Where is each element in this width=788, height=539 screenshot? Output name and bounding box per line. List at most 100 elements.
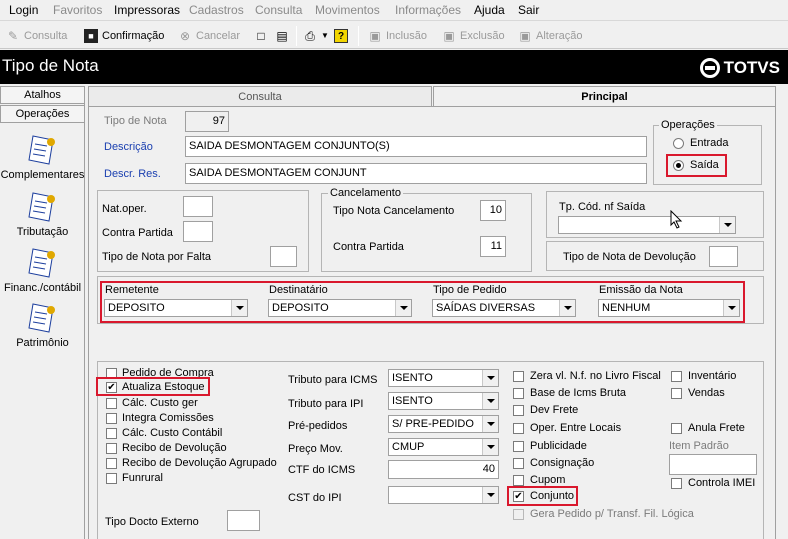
tp-cod-nf-saida-select[interactable]	[558, 216, 736, 234]
ctf-icms-field[interactable]: 40	[388, 460, 499, 479]
tipo-nota-devolucao-field[interactable]	[709, 246, 738, 267]
vendas-checkbox[interactable]	[671, 388, 682, 399]
tab-principal[interactable]: Principal	[433, 86, 776, 107]
funrural-label: Funrural	[122, 472, 163, 484]
consignacao-checkbox[interactable]	[513, 458, 524, 469]
menu-favoritos[interactable]: Favoritos	[53, 3, 102, 17]
inclusao-button[interactable]: ▣ Inclusão	[368, 26, 427, 45]
tipo-nota-falta-field[interactable]	[270, 246, 297, 267]
gera-pedido-label: Gera Pedido p/ Transf. Fil. Lógica	[530, 508, 694, 520]
atalhos-button[interactable]: Atalhos	[0, 86, 85, 104]
tipo-nota-cancelamento-label: Tipo Nota Cancelamento	[333, 205, 455, 217]
dev-frete-checkbox[interactable]	[513, 405, 524, 416]
descr-res-field[interactable]: SAIDA DESMONTAGEM CONJUNT	[185, 163, 647, 184]
contra-partida-field[interactable]	[183, 221, 213, 242]
confirmacao-button[interactable]: ■ Confirmação	[84, 26, 164, 45]
tributo-ipi-select[interactable]: ISENTO	[388, 392, 499, 410]
tab-consulta[interactable]: Consulta	[88, 86, 432, 106]
cancelar-button[interactable]: ⊗ Cancelar	[178, 26, 240, 45]
contra-partida-cancel-field[interactable]: 11	[480, 236, 506, 257]
alteracao-button[interactable]: ▣ Alteração	[518, 26, 582, 45]
controla-imei-checkbox[interactable]	[671, 478, 682, 489]
tributo-icms-label: Tributo para ICMS	[288, 374, 378, 386]
brand-logo: TOTVS	[699, 58, 780, 78]
calc-custo-contabil-checkbox[interactable]	[106, 428, 117, 439]
recibo-devolucao-label: Recibo de Devolução	[122, 442, 227, 454]
open-button[interactable]: ▤	[275, 26, 289, 45]
oper-entre-locais-checkbox[interactable]	[513, 423, 524, 434]
recibo-devolucao-checkbox[interactable]	[106, 443, 117, 454]
tipo-nota-field[interactable]: 97	[185, 111, 229, 132]
cancel-icon: ⊗	[179, 28, 191, 43]
calc-custo-ger-checkbox[interactable]	[106, 398, 117, 409]
new-document-button[interactable]: □	[254, 26, 268, 45]
cst-ipi-label: CST do IPI	[288, 492, 342, 504]
menu-consulta[interactable]: Consulta	[255, 3, 302, 17]
sidebar-item-patrimonio[interactable]: Patrimônio	[0, 302, 85, 349]
gera-pedido-checkbox[interactable]	[513, 509, 524, 520]
operacoes-button[interactable]: Operações	[0, 105, 85, 123]
document-icon	[27, 302, 59, 334]
new-document-icon: □	[257, 28, 265, 43]
descr-res-label: Descr. Res.	[104, 168, 161, 180]
descricao-label: Descrição	[104, 141, 153, 153]
zera-vl-nf-checkbox[interactable]	[513, 371, 524, 382]
tributo-icms-select[interactable]: ISENTO	[388, 369, 499, 387]
menu-cadastros[interactable]: Cadastros	[189, 3, 244, 17]
menu-login[interactable]: Login	[9, 3, 38, 17]
cst-ipi-select[interactable]	[388, 486, 499, 504]
item-padrao-field[interactable]	[669, 454, 757, 475]
tipo-nota-falta-label: Tipo de Nota por Falta	[102, 251, 212, 263]
exclusao-button[interactable]: ▣ Exclusão	[442, 26, 504, 45]
recibo-devolucao-agrupado-checkbox[interactable]	[106, 458, 117, 469]
tipo-nota-cancelamento-field[interactable]: 10	[480, 200, 506, 221]
contra-partida-label: Contra Partida	[102, 227, 173, 239]
integra-comissoes-checkbox[interactable]	[106, 413, 117, 424]
delete-icon: ▣	[443, 28, 455, 43]
tributo-ipi-label: Tributo para IPI	[288, 398, 364, 410]
consulta-button[interactable]: ✎ Consulta	[6, 26, 67, 45]
highlight-saida	[666, 154, 727, 177]
tipo-nota-label: Tipo de Nota	[104, 115, 167, 127]
help-button[interactable]: ?	[334, 26, 348, 45]
chevron-down-icon: ▼	[321, 30, 329, 40]
calc-custo-ger-label: Cálc. Custo ger	[122, 397, 198, 409]
menu-impressoras[interactable]: Impressoras	[114, 3, 180, 17]
inventario-checkbox[interactable]	[671, 371, 682, 382]
cupom-checkbox[interactable]	[513, 475, 524, 486]
add-icon: ▣	[369, 28, 381, 43]
sidebar-item-tributacao[interactable]: Tributação	[0, 191, 85, 238]
print-button[interactable]: ⎙ ▼	[303, 26, 329, 45]
tipo-docto-externo-field[interactable]	[227, 510, 260, 531]
funrural-checkbox[interactable]	[106, 473, 117, 484]
controla-imei-label: Controla IMEI	[688, 477, 756, 489]
publicidade-label: Publicidade	[530, 440, 587, 452]
sidebar-item-complementares[interactable]: Complementares	[0, 134, 85, 181]
sidebar-item-financ-contabil[interactable]: Financ./contábil	[0, 247, 85, 294]
menu-informacoes[interactable]: Informações	[395, 3, 461, 17]
publicidade-checkbox[interactable]	[513, 441, 524, 452]
descricao-field[interactable]: SAIDA DESMONTAGEM CONJUNTO(S)	[185, 136, 647, 157]
highlight-partes	[100, 281, 745, 323]
inventario-label: Inventário	[688, 370, 737, 382]
contra-partida-cancel-label: Contra Partida	[333, 241, 404, 253]
anula-frete-checkbox[interactable]	[671, 423, 682, 434]
window-title-bar: Tipo de Nota TOTVS	[0, 50, 788, 84]
document-icon	[27, 247, 59, 279]
totvs-logo-icon	[699, 58, 720, 78]
menu-movimentos[interactable]: Movimentos	[315, 3, 380, 17]
entrada-label: Entrada	[690, 137, 729, 149]
item-padrao-label: Item Padrão	[669, 440, 729, 452]
preco-mov-select[interactable]: CMUP	[388, 438, 499, 456]
tab-strip: Consulta Principal	[88, 86, 776, 107]
highlight-atualiza-estoque	[96, 377, 210, 396]
zera-vl-nf-label: Zera vl. N.f. no Livro Fiscal	[530, 370, 661, 382]
base-icms-bruta-checkbox[interactable]	[513, 388, 524, 399]
nat-oper-field[interactable]	[183, 196, 213, 217]
menu-sair[interactable]: Sair	[518, 3, 539, 17]
entrada-radio[interactable]	[673, 138, 684, 149]
printer-icon: ⎙	[305, 28, 315, 43]
menu-ajuda[interactable]: Ajuda	[474, 3, 505, 17]
consignacao-label: Consignação	[530, 457, 595, 469]
pre-pedidos-select[interactable]: S/ PRE-PEDIDO	[388, 415, 499, 433]
